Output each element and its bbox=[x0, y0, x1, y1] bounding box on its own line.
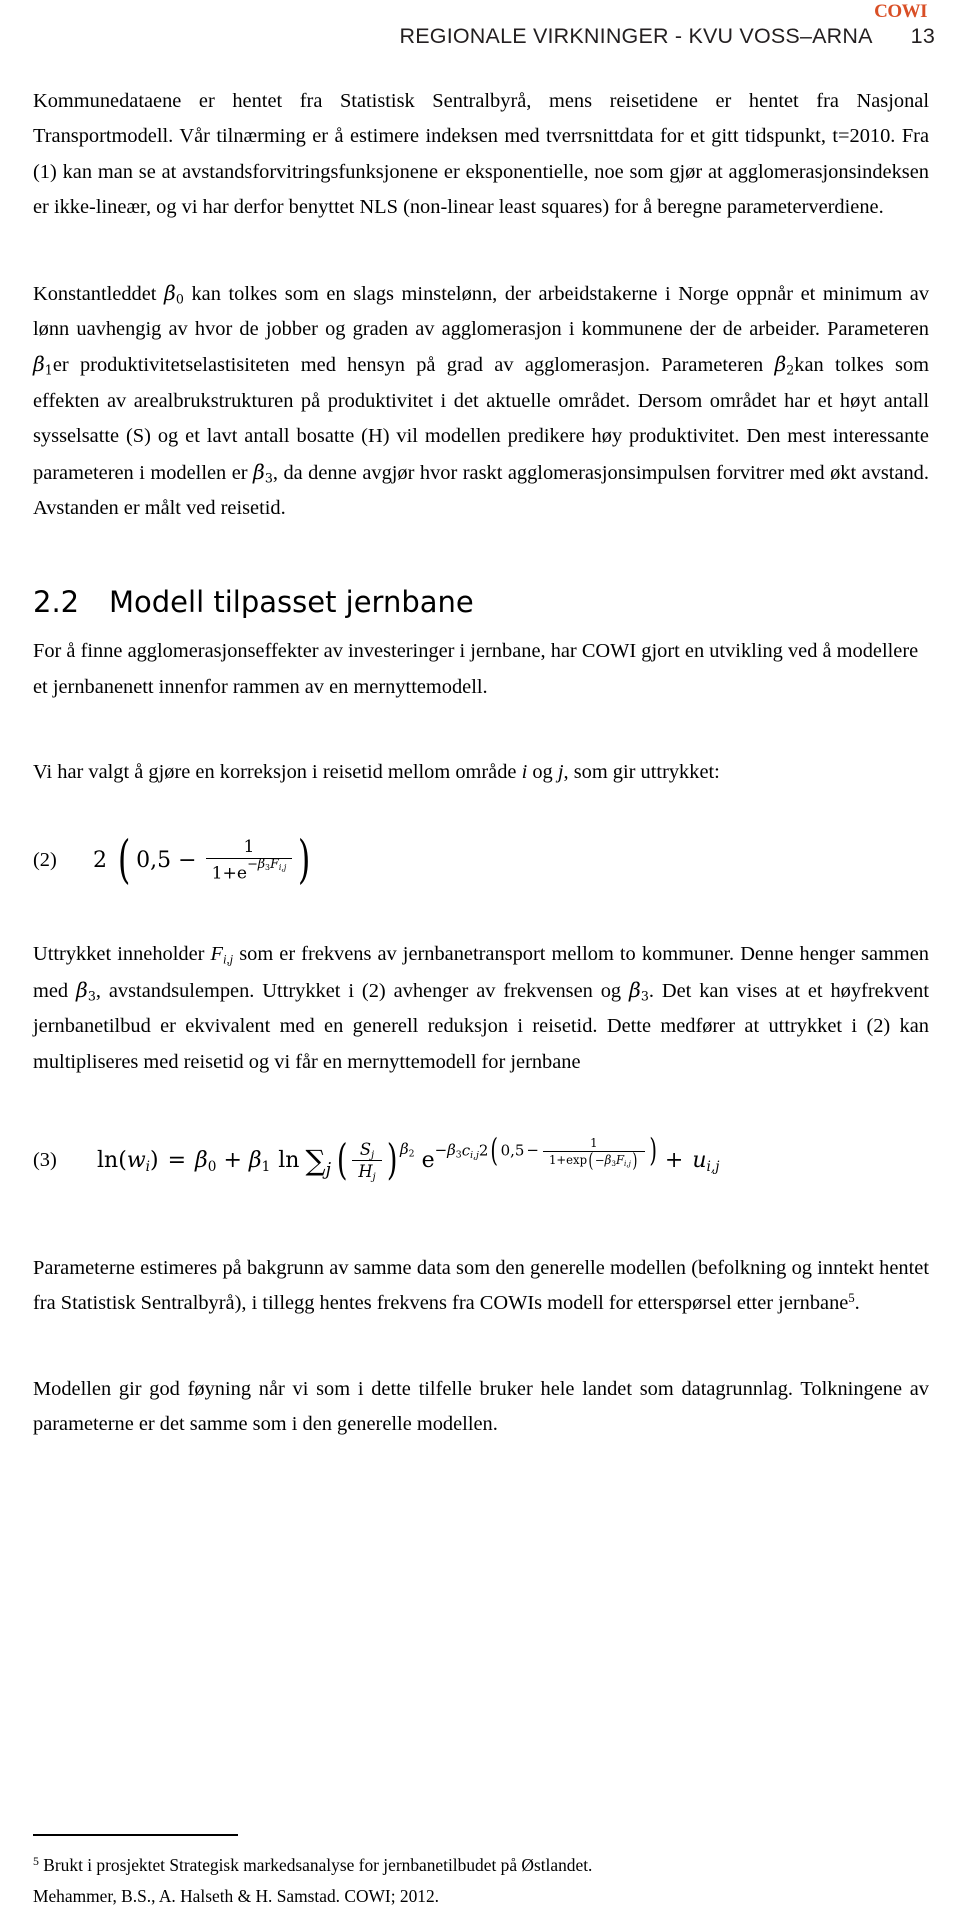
beta-1-symbol: β1 bbox=[248, 1148, 271, 1175]
cowi-logo: COWI bbox=[874, 1, 927, 22]
summation-icon: ∑j bbox=[305, 1144, 332, 1180]
beta-0-symbol: β0 bbox=[164, 280, 184, 307]
footnote-line-2: Mehammer, B.S., A. Halseth & H. Samstad.… bbox=[33, 1886, 440, 1906]
S-over-H-fraction: Sj Hj bbox=[352, 1140, 382, 1182]
fraction-denominator: Hj bbox=[352, 1160, 382, 1182]
plus-operator: + bbox=[664, 1148, 684, 1174]
right-paren-icon: ) bbox=[298, 829, 311, 890]
page-number: 13 bbox=[910, 24, 935, 48]
exponential-e: e bbox=[421, 1148, 435, 1174]
equation-2-number: (2) bbox=[33, 848, 57, 871]
fraction-denominator: 1+e−β3Fi,j bbox=[205, 855, 293, 883]
header-title-text: REGIONALE VIRKNINGER - KVU VOSS–ARNA bbox=[399, 24, 873, 48]
plus-operator: + bbox=[223, 1148, 242, 1174]
right-paren-icon: ) bbox=[648, 1132, 657, 1169]
fraction-denominator: 1+exp(−β3Fi,j) bbox=[542, 1150, 645, 1170]
error-term: ui,j bbox=[692, 1148, 720, 1175]
F-ij-symbol: Fi,j bbox=[210, 943, 234, 967]
fraction-numerator: Sj bbox=[359, 1140, 375, 1161]
equation-2: (2) 2 ( 0,5 − 1 1+e−β3Fi,j ) bbox=[33, 829, 929, 890]
p5-text-a: Uttrykket inneholder bbox=[33, 943, 211, 966]
footnote-separator bbox=[33, 1834, 238, 1836]
paragraph-1: Kommunedataene er hentet fra Statistisk … bbox=[33, 90, 929, 219]
footnote-marker: 5 bbox=[33, 1853, 39, 1868]
beta-2-symbol: β2 bbox=[774, 352, 795, 378]
left-paren-icon: ( bbox=[490, 1132, 499, 1169]
exponent-group-large: −β3ci,j2(0,5−1 1+exp(−β3Fi,j)) bbox=[434, 1132, 657, 1172]
footnote-line-1: Brukt i prosjektet Strategisk markedsana… bbox=[43, 1855, 593, 1875]
minus-operator: − bbox=[178, 847, 197, 873]
equation-3-lhs: ln(wi) bbox=[97, 1148, 159, 1175]
paragraph-5: Uttrykket inneholder Fi,j som er frekven… bbox=[33, 937, 929, 1080]
page-header: COWI REGIONALE VIRKNINGER - KVU VOSS–ARN… bbox=[0, 0, 960, 62]
equation-3-number: (3) bbox=[33, 1149, 57, 1172]
equals-operator: = bbox=[167, 1148, 187, 1174]
paragraph-2: Konstantleddet β0 kan tolkes som en slag… bbox=[33, 276, 929, 527]
p2-text-a: Konstantleddet bbox=[33, 282, 165, 305]
beta-3-symbol: β3 bbox=[76, 977, 96, 1004]
p4-text-b: og bbox=[527, 761, 558, 784]
paragraph-4: Vi har valgt å gjøre en korreksjon i rei… bbox=[33, 755, 929, 790]
p4-text-a: Vi har valgt å gjøre en korreksjon i rei… bbox=[33, 761, 522, 784]
beta-3-symbol: β3 bbox=[629, 977, 649, 1004]
fraction-numerator: 1 bbox=[243, 836, 255, 857]
footnote-area: 5 Brukt i prosjektet Strategisk markedsa… bbox=[33, 1834, 929, 1912]
left-paren-icon: ( bbox=[117, 829, 131, 890]
p6-end: . bbox=[854, 1292, 860, 1315]
beta-1-symbol: β1 bbox=[33, 352, 53, 378]
p2-text-c: er produktivitetselastisiteten med hensy… bbox=[52, 354, 775, 377]
p4-text-c: , som gir uttrykket: bbox=[563, 761, 720, 784]
equation-2-fraction: 1 1+e−β3Fi,j bbox=[205, 836, 293, 883]
equation-3: (3) ln(wi) = β0 + β1 ln ∑j ( Sj Hj ) β2 … bbox=[33, 1135, 929, 1185]
section-title: Modell tilpasset jernbane bbox=[109, 585, 474, 620]
inner-fraction: 1 1+exp(−β3Fi,j) bbox=[542, 1135, 645, 1170]
section-number: 2.2 bbox=[33, 585, 80, 620]
header-running-title: REGIONALE VIRKNINGER - KVU VOSS–ARNA 13 bbox=[400, 24, 935, 49]
beta-0-symbol: β0 bbox=[195, 1148, 217, 1175]
beta-3-symbol: β3 bbox=[253, 459, 273, 486]
right-paren-icon: ) bbox=[386, 1135, 398, 1185]
document-page: COWI REGIONALE VIRKNINGER - KVU VOSS–ARN… bbox=[0, 0, 960, 1926]
p5-text-c: , avstandsulempen. Uttrykket i (2) avhen… bbox=[95, 979, 630, 1002]
footnote-body: 5 Brukt i prosjektet Strategisk markedsa… bbox=[33, 1850, 929, 1912]
paragraph-6: Parameterne estimeres på bakgrunn av sam… bbox=[33, 1251, 929, 1322]
equation-2-coefficient: 2 bbox=[93, 847, 107, 873]
p6-text: Parameterne estimeres på bakgrunn av sam… bbox=[33, 1257, 929, 1315]
ln-operator: ln bbox=[278, 1148, 300, 1174]
paragraph-3: For å finne agglomerasjonseffekter av in… bbox=[33, 640, 919, 698]
left-paren-icon: ( bbox=[336, 1135, 348, 1185]
section-heading: 2.2 Modell tilpasset jernbane bbox=[33, 584, 929, 620]
exponent-beta-2: β2 bbox=[400, 1140, 415, 1160]
paragraph-7: Modellen gir god føyning når vi som i de… bbox=[33, 1377, 929, 1436]
equation-2-constant: 0,5 bbox=[136, 847, 172, 873]
exponent-group: −β3Fi,j bbox=[247, 855, 287, 873]
page-content: Kommunedataene er hentet fra Statistisk … bbox=[33, 84, 929, 1443]
fraction-numerator: 1 bbox=[590, 1135, 598, 1150]
